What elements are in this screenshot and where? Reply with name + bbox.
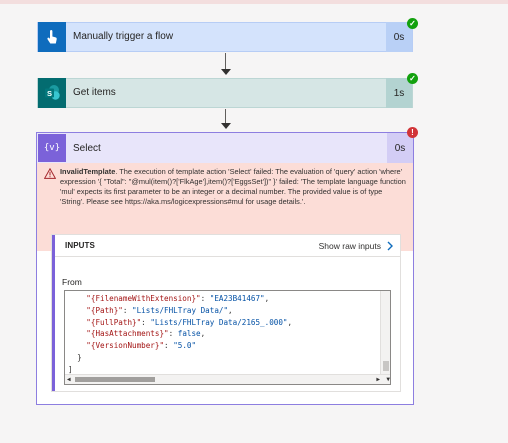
code-line: "{HasAttachments}": false, xyxy=(86,329,206,339)
success-check-icon: ✓ xyxy=(407,73,418,84)
code-line: "{VersionNumber}": "5.0" xyxy=(86,341,197,351)
code-lines: "{FilenameWithExtension}": "EA23B41467",… xyxy=(68,293,292,376)
inputs-label: INPUTS xyxy=(65,241,95,250)
sharepoint-icon: S xyxy=(38,78,66,108)
scroll-left-icon[interactable]: ◀ xyxy=(67,375,71,384)
inputs-header: INPUTS Show raw inputs xyxy=(55,235,400,257)
connector-line xyxy=(225,109,226,123)
scroll-down-icon[interactable]: ▼ xyxy=(386,375,390,384)
horizontal-scrollbar[interactable]: ◀ ▶ ▼ xyxy=(65,374,390,384)
inputs-accent xyxy=(52,235,55,391)
from-label: From xyxy=(62,277,82,287)
from-code-box[interactable]: "{FilenameWithExtension}": "EA23B41467",… xyxy=(64,290,391,385)
error-heading: InvalidTemplate xyxy=(60,167,116,176)
step-duration: 0s xyxy=(387,133,413,163)
warning-icon xyxy=(44,168,56,179)
show-raw-inputs-link[interactable]: Show raw inputs xyxy=(319,241,394,251)
arrow-down-icon xyxy=(221,123,231,129)
hand-touch-icon xyxy=(38,22,66,52)
code-line: "{FilenameWithExtension}": "EA23B41467", xyxy=(86,294,270,303)
vertical-scrollbar[interactable] xyxy=(380,291,390,374)
show-raw-inputs-label: Show raw inputs xyxy=(318,240,381,251)
step-manually-trigger[interactable]: Manually trigger a flow 0s xyxy=(37,22,413,52)
error-badge-icon: ! xyxy=(407,127,418,138)
scrollbar-thumb[interactable] xyxy=(383,361,389,371)
scrollbar-thumb[interactable] xyxy=(75,377,155,382)
code-line: "{Path}": "Lists/FHLTray Data/", xyxy=(86,305,233,315)
step-get-items[interactable]: S Get items 1s xyxy=(37,78,413,108)
select-action-card[interactable]: {v} Select 0s InvalidTemplate. The execu… xyxy=(36,132,414,405)
success-check-icon: ✓ xyxy=(407,18,418,29)
step-title: Select xyxy=(73,142,101,154)
connector-line xyxy=(225,53,226,69)
step-title: Get items xyxy=(73,87,116,98)
data-operation-icon: {v} xyxy=(38,134,66,162)
chevron-right-icon xyxy=(387,241,393,250)
svg-text:S: S xyxy=(47,89,52,98)
inputs-panel: INPUTS Show raw inputs From "{FilenameWi… xyxy=(51,234,401,392)
code-line: } xyxy=(77,352,82,362)
select-action-header[interactable]: {v} Select 0s xyxy=(37,133,413,163)
arrow-down-icon xyxy=(221,69,231,75)
scroll-right-icon[interactable]: ▶ xyxy=(376,375,380,384)
code-line: "{FullPath}": "Lists/FHLTray Data/2165_.… xyxy=(86,317,293,327)
step-title: Manually trigger a flow xyxy=(73,31,174,42)
top-strip xyxy=(0,0,508,4)
